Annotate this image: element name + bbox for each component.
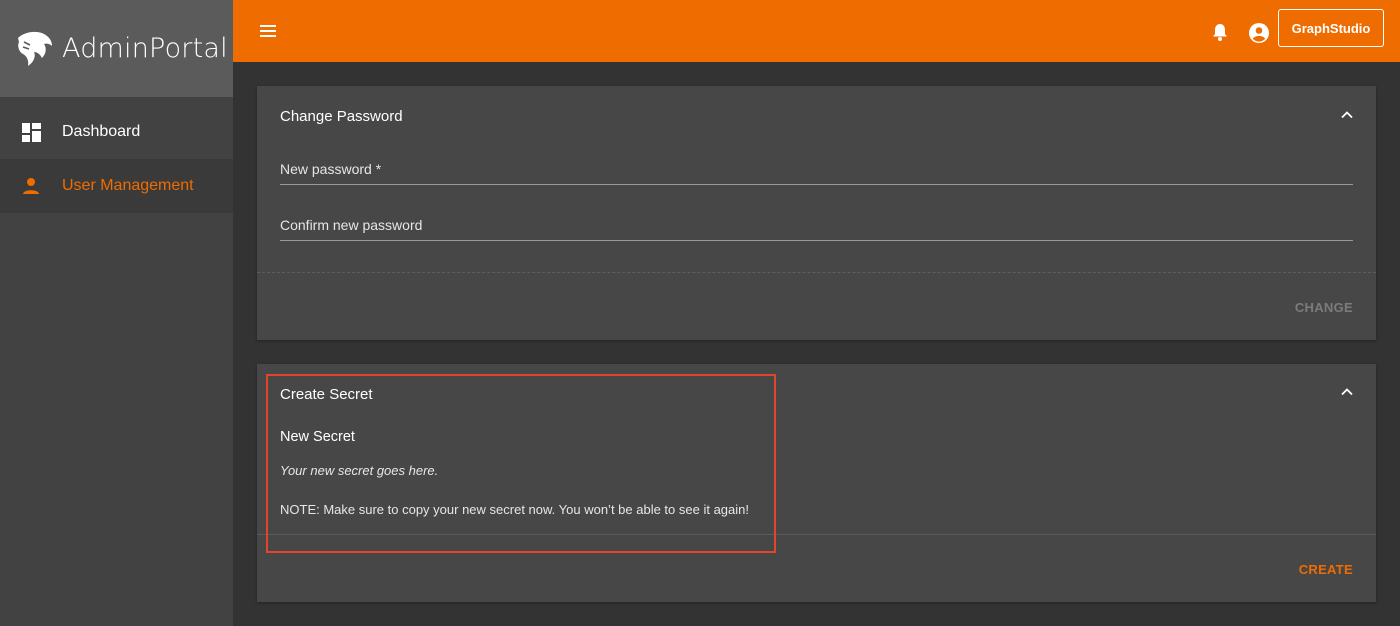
change-password-card: Change Password New password * Confirm n… <box>257 86 1376 340</box>
create-secret-card: Create Secret New Secret Your new secret… <box>257 364 1376 602</box>
hamburger-menu-icon[interactable] <box>258 21 278 41</box>
account-circle-icon[interactable] <box>1248 22 1270 44</box>
sidebar-item-user-management[interactable]: User Management <box>0 159 233 213</box>
top-bar: GraphStudio <box>233 0 1400 62</box>
brand[interactable]: AdminPortal <box>0 0 233 97</box>
sidebar-item-label: Dashboard <box>62 123 141 140</box>
new-secret-heading: New Secret <box>280 429 355 445</box>
create-secret-title: Create Secret <box>280 386 373 403</box>
sidebar-item-dashboard[interactable]: Dashboard <box>0 105 233 159</box>
new-password-field[interactable]: New password * <box>280 155 1353 185</box>
sidebar: AdminPortal Dashboard User Management <box>0 0 233 626</box>
dashboard-icon <box>21 122 41 142</box>
secret-value-text: Your new secret goes here. <box>280 463 439 478</box>
sidebar-item-label: User Management <box>62 177 194 194</box>
secret-note: NOTE: Make sure to copy your new secret … <box>280 502 749 517</box>
tiger-logo-icon <box>18 31 52 66</box>
divider <box>257 534 1376 535</box>
graphstudio-button[interactable]: GraphStudio <box>1278 9 1384 47</box>
change-password-title: Change Password <box>280 108 403 125</box>
person-icon <box>21 176 41 196</box>
confirm-password-input[interactable] <box>280 211 1353 240</box>
new-password-input[interactable] <box>280 155 1353 184</box>
divider <box>257 272 1376 273</box>
brand-name: AdminPortal <box>62 33 228 64</box>
chevron-up-icon[interactable] <box>1340 108 1354 122</box>
confirm-password-field[interactable]: Confirm new password <box>280 211 1353 241</box>
chevron-up-icon[interactable] <box>1340 385 1354 399</box>
change-button[interactable]: CHANGE <box>1295 300 1353 315</box>
create-button[interactable]: CREATE <box>1299 562 1353 577</box>
bell-icon[interactable] <box>1210 22 1230 42</box>
